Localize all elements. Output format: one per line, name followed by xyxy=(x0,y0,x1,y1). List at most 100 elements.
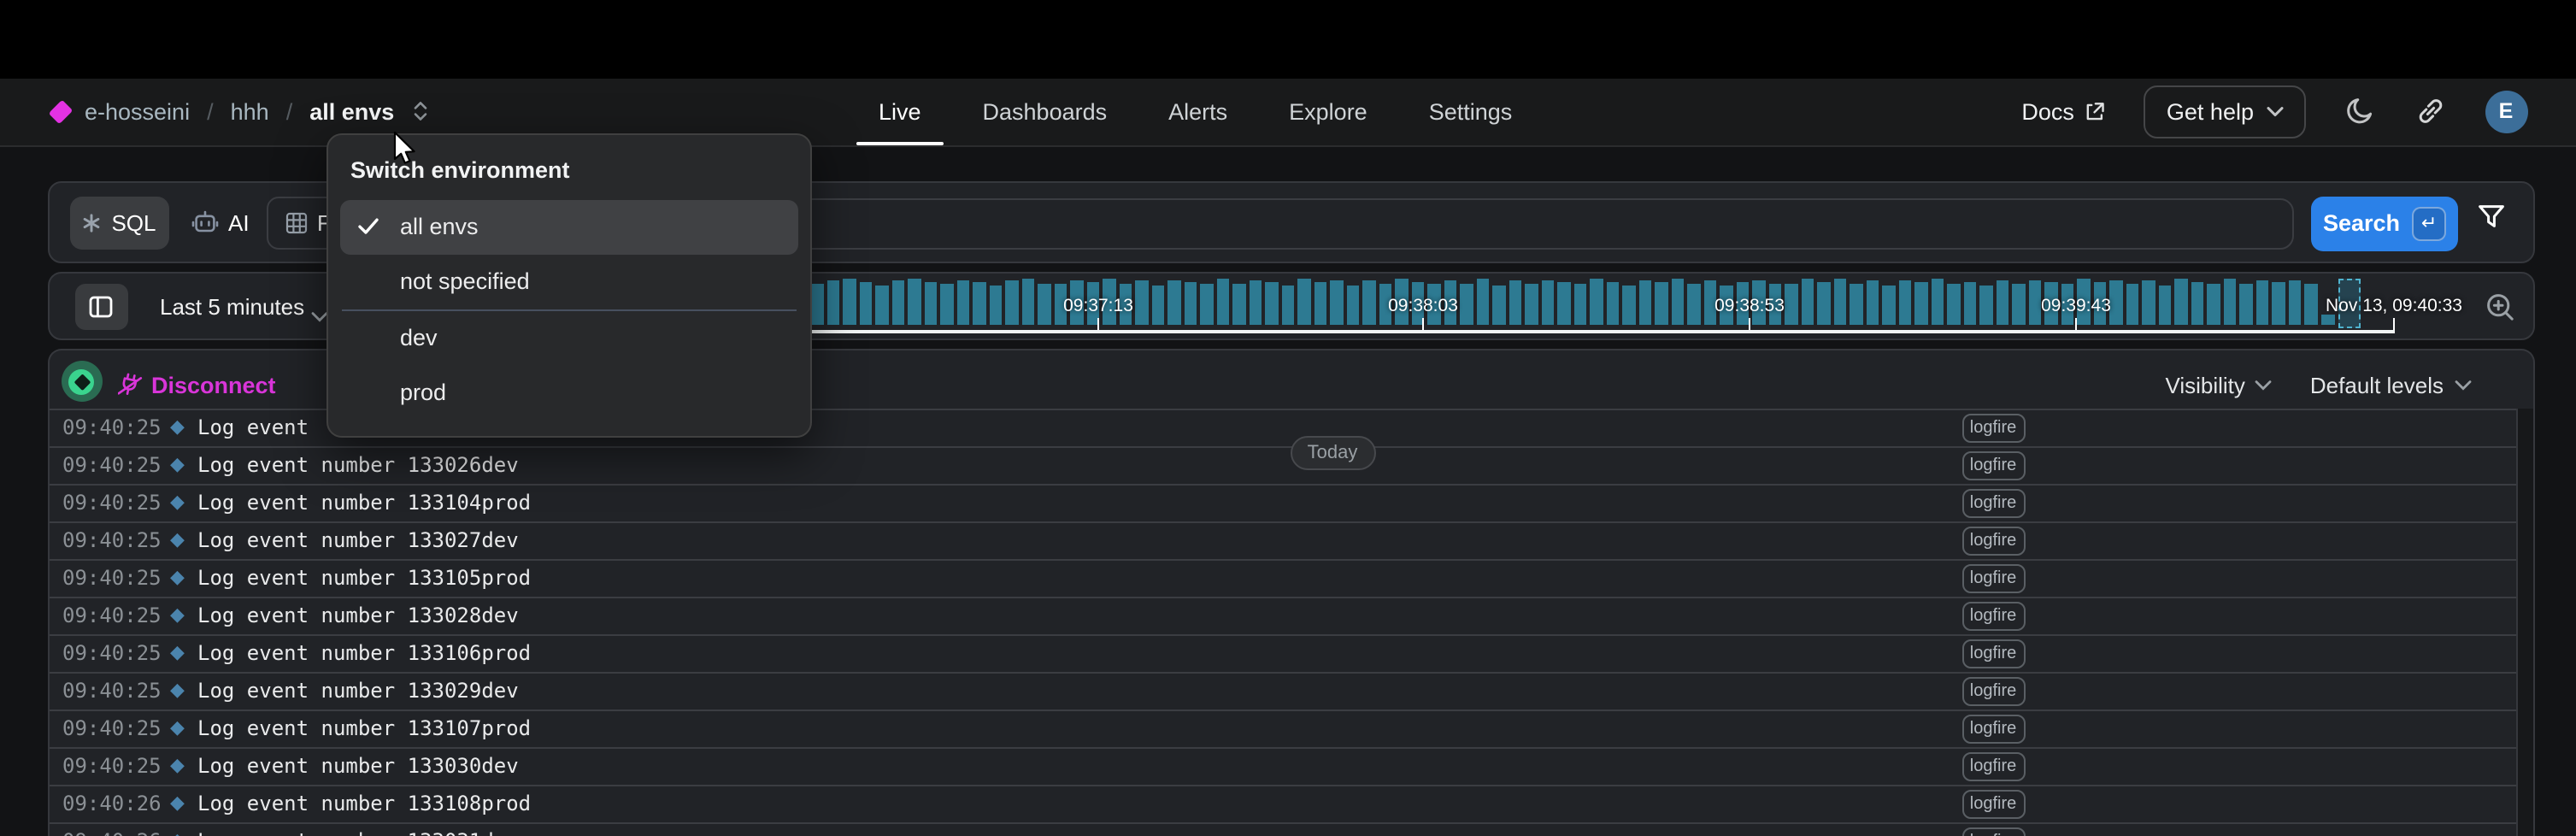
scope-badge: logfire xyxy=(1961,639,2025,668)
log-row[interactable]: 09:40:25 ◆ Log event number 133030dev lo… xyxy=(49,746,2532,784)
nav-tab-alerts[interactable]: Alerts xyxy=(1146,79,1250,144)
histogram-bar xyxy=(1232,284,1245,325)
log-message: Log event number 133030dev xyxy=(197,754,519,778)
env-option[interactable]: all envs xyxy=(340,199,797,254)
histogram-bar xyxy=(826,281,839,326)
log-timestamp: 09:40:25 xyxy=(62,453,162,477)
histogram-bar xyxy=(1135,281,1148,326)
log-message: Log event number 133028dev xyxy=(197,603,519,627)
histogram-bar xyxy=(2321,315,2334,325)
environment-switcher[interactable]: all envs xyxy=(309,98,394,124)
logfire-logo-icon[interactable] xyxy=(48,99,73,124)
env-option[interactable]: dev xyxy=(340,310,797,365)
log-row[interactable]: 09:40:25 ◆ Log event number 133104prod l… xyxy=(49,483,2532,521)
histogram-baseline xyxy=(810,331,2395,333)
dropdown-divider xyxy=(342,309,796,310)
histogram-bar xyxy=(891,280,904,325)
histogram-bar xyxy=(940,284,953,325)
get-help-button[interactable]: Get help xyxy=(2144,85,2305,138)
histogram-bar xyxy=(1362,280,1375,326)
log-row[interactable]: 09:40:25 ◆ Log event number 133029dev lo… xyxy=(49,671,2532,709)
log-row[interactable]: 09:40:25 ◆ Log event number 133106prod l… xyxy=(49,633,2532,671)
log-message: Log event number 133107prod xyxy=(197,716,531,740)
visibility-label: Visibility xyxy=(2165,372,2244,397)
filter-button[interactable] xyxy=(2476,203,2505,239)
breadcrumb-separator: / xyxy=(286,98,293,124)
histogram-bar xyxy=(1622,285,1635,325)
ai-mode-button[interactable]: AI xyxy=(180,197,260,250)
avatar[interactable]: E xyxy=(2485,90,2527,132)
log-timestamp: 09:40:25 xyxy=(62,716,162,740)
nav-tab-explore[interactable]: Explore xyxy=(1267,79,1390,144)
dark-mode-toggle[interactable] xyxy=(2344,96,2375,127)
histogram-bar xyxy=(1963,281,1976,325)
tick-label: 09:39:43 xyxy=(2041,295,2111,315)
histogram-bar xyxy=(1297,278,1310,325)
log-level-diamond-icon: ◆ xyxy=(170,715,185,738)
log-timestamp: 09:40:26 xyxy=(62,792,162,815)
tick-mark xyxy=(1097,317,1099,331)
share-link-button[interactable] xyxy=(2414,96,2445,127)
main-nav: Live Dashboards Alerts Explore Settings xyxy=(856,79,1534,144)
log-message: Log event number 133108prod xyxy=(197,792,531,815)
chevron-down-icon xyxy=(2454,379,2471,391)
log-row[interactable]: 09:40:25 ◆ Log event number 133107prod l… xyxy=(49,709,2532,746)
scope-badge: logfire xyxy=(1961,601,2025,630)
breadcrumb-project[interactable]: hhh xyxy=(231,98,269,124)
funnel-icon xyxy=(2476,203,2505,231)
histogram-bar xyxy=(2304,284,2317,325)
histogram-bar xyxy=(1541,280,1554,325)
log-message: Log event number 133104prod xyxy=(197,491,531,515)
env-options: all envs not specified dev prod xyxy=(340,199,797,420)
log-level-diamond-icon: ◆ xyxy=(170,828,185,836)
zoom-in-button[interactable] xyxy=(2485,291,2515,331)
enter-key-icon: ↵ xyxy=(2412,207,2446,241)
visibility-dropdown[interactable]: Visibility xyxy=(2165,372,2272,397)
histogram-bar xyxy=(1882,285,1895,325)
scope-badge: logfire xyxy=(1961,488,2025,517)
log-level-diamond-icon: ◆ xyxy=(170,565,185,587)
log-row[interactable]: 09:40:26 ◆ Log event number 133108prod l… xyxy=(49,784,2532,821)
query-input[interactable] xyxy=(566,197,2294,249)
env-option-label: dev xyxy=(400,325,438,350)
log-list[interactable]: 09:40:25 ◆ Log event logfire 09:40:25 ◆ … xyxy=(49,408,2532,836)
search-button[interactable]: Search ↵ xyxy=(2311,197,2458,250)
histogram-bar xyxy=(1151,285,1164,325)
log-scrollbar[interactable] xyxy=(2515,408,2534,836)
histogram-bar xyxy=(1817,282,1830,325)
default-levels-dropdown[interactable]: Default levels xyxy=(2310,372,2471,397)
log-row[interactable]: 09:40:25 ◆ Log event number 133105prod l… xyxy=(49,558,2532,596)
today-pill: Today xyxy=(1290,435,1375,470)
nav-tab-dashboards[interactable]: Dashboards xyxy=(961,79,1130,144)
histogram-bar xyxy=(2109,280,2122,326)
histogram-bar xyxy=(1590,278,1603,325)
histogram-bar xyxy=(1265,283,1278,326)
histogram-bar xyxy=(1947,284,1960,325)
histogram-bar xyxy=(1314,282,1326,325)
nav-tab-label: Dashboards xyxy=(983,98,1108,124)
env-option[interactable]: prod xyxy=(340,365,797,420)
histogram-bar xyxy=(1216,279,1229,325)
sql-mode-button[interactable]: SQL xyxy=(70,197,168,250)
breadcrumb-org[interactable]: e-hosseini xyxy=(85,98,190,124)
log-level-diamond-icon: ◆ xyxy=(170,452,185,474)
env-option[interactable]: not specified xyxy=(340,254,797,309)
log-row[interactable]: 09:40:25 ◆ Log event number 133027dev lo… xyxy=(49,521,2532,558)
log-level-diamond-icon: ◆ xyxy=(170,415,185,437)
search-label: Search xyxy=(2323,211,2400,237)
log-row[interactable]: 09:40:26 ◆ Log event number 133031dev lo… xyxy=(49,821,2532,836)
log-level-diamond-icon: ◆ xyxy=(170,640,185,662)
nav-tab-live[interactable]: Live xyxy=(856,79,944,144)
nav-tab-label: Live xyxy=(879,98,921,124)
histogram-bar xyxy=(1898,280,1911,325)
scope-badge: logfire xyxy=(1961,450,2025,480)
log-level-diamond-icon: ◆ xyxy=(170,678,185,700)
log-row[interactable]: 09:40:25 ◆ Log event number 133028dev lo… xyxy=(49,596,2532,633)
nav-tab-settings[interactable]: Settings xyxy=(1407,79,1535,144)
histogram-bar xyxy=(1184,282,1197,326)
log-timestamp: 09:40:25 xyxy=(62,566,162,590)
histogram-bar xyxy=(1476,279,1489,325)
docs-link[interactable]: Docs xyxy=(2021,98,2105,124)
tick-mark xyxy=(2075,317,2077,331)
histogram-bar xyxy=(2255,281,2268,326)
